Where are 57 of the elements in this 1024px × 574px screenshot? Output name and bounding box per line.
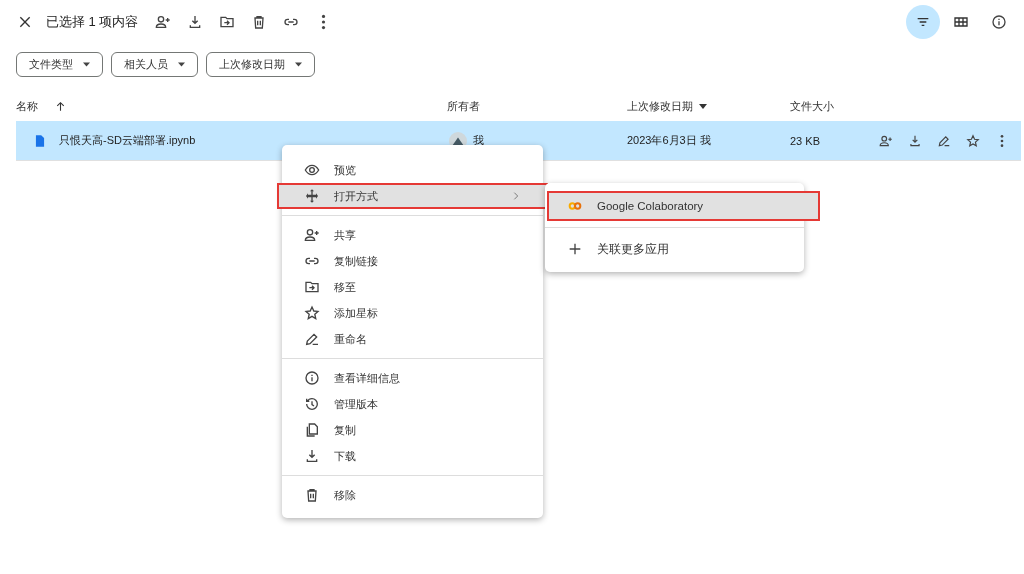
star-icon [966,133,980,148]
chevron-right-icon [511,191,521,201]
folder-arrow-icon [219,14,236,30]
file-row[interactable]: 只恨天高-SD云端部署.ipynb 我 2023年6月3日 我 23 KB [16,121,1021,161]
menu-item[interactable]: 添加星标 [282,300,543,326]
filter-chip[interactable]: 上次修改日期 [206,52,315,77]
column-header[interactable]: 所有者 [447,98,480,114]
sort-arrow-icon[interactable] [54,99,67,113]
person-add-icon [879,133,893,148]
dropdown-arrow-icon [178,62,185,67]
person-add-icon [304,227,320,243]
column-header[interactable]: 上次修改日期 [627,98,693,114]
sort-down-icon [699,103,707,109]
menu-item[interactable]: Google Colaboratory [547,191,820,221]
menu-item[interactable]: 查看详细信息 [282,365,543,391]
dropdown-arrow-icon [83,62,90,67]
menu-item[interactable]: 复制链接 [282,248,543,274]
star-icon [304,305,320,321]
person-add-icon [155,14,172,30]
owner-name: 我 [473,133,484,148]
close-icon [17,14,33,30]
filter-button[interactable] [906,5,940,39]
copy-icon [304,422,320,438]
dropdown-arrow-icon [295,62,302,67]
more-icon [320,14,326,30]
menu-item[interactable]: 共享 [282,222,543,248]
menu-item[interactable]: 移至 [282,274,543,300]
document-icon [33,133,47,148]
menu-item[interactable]: 重命名 [282,326,543,352]
download-icon [304,448,320,464]
menu-item[interactable]: 管理版本 [282,391,543,417]
file-size: 23 KB [790,134,820,147]
more-icon [1000,133,1004,148]
column-header[interactable]: 文件大小 [790,98,834,114]
column-header[interactable]: 名称 [16,98,38,114]
grid-icon [953,14,969,30]
eye-icon [304,162,320,178]
filter-chip[interactable]: 文件类型 [16,52,103,77]
download-icon [908,133,922,148]
folder-arrow-icon [304,279,320,295]
menu-item[interactable]: 移除 [282,482,543,508]
file-name: 只恨天高-SD云端部署.ipynb [59,133,196,148]
menu-item[interactable]: 关联更多应用 [545,234,804,264]
plus-icon [567,241,583,257]
menu-item[interactable]: 打开方式 [277,183,548,209]
move-arrows-icon [304,188,320,204]
pencil-icon [937,133,951,148]
history-icon [304,396,320,412]
menu-item[interactable]: 下载 [282,443,543,469]
filter-chip[interactable]: 相关人员 [111,52,198,77]
info-icon [304,370,320,386]
pencil-icon [304,331,320,347]
trash-icon [304,487,320,503]
menu-item[interactable]: 复制 [282,417,543,443]
modified-date: 2023年6月3日 我 [627,133,711,148]
selection-count: 已选择 1 项内容 [46,13,139,31]
info-icon [991,14,1007,30]
